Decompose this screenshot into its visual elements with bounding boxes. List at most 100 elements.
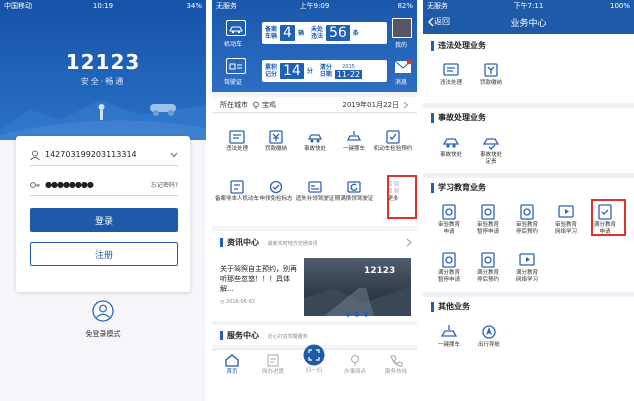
section-title: 违法处理业务: [438, 41, 486, 50]
accident-icon: [442, 138, 460, 148]
item-label: 一键挪车: [437, 342, 460, 348]
item-label: 审验教育 申请: [437, 222, 460, 235]
password-field[interactable]: ●●●●●●●● 忘记密码?: [30, 174, 178, 196]
unhandled-unit: 条: [352, 29, 359, 37]
tab-progress[interactable]: 网办进度: [253, 354, 293, 376]
news-image[interactable]: 12123: [304, 258, 411, 316]
move-car-icon: [440, 325, 458, 337]
reissue-icon: [308, 181, 322, 193]
item-review-booking[interactable]: 审验教育 停后预约: [507, 204, 547, 236]
tab-scan[interactable]: 扫一扫: [294, 344, 334, 375]
chevron-right-icon: [403, 101, 409, 108]
vehicles-unit: 辆: [297, 29, 304, 37]
item-label: 违法处理: [439, 80, 462, 86]
item-full-score-online[interactable]: 满分教育 网络学习: [507, 252, 547, 284]
unhandled-text: 未处 违法: [310, 26, 323, 40]
vehicles-count: 4: [280, 25, 295, 41]
section-title: 其他业务: [438, 302, 470, 311]
fine-icon: [484, 63, 498, 77]
login-card: 142703199203113314 ●●●●●●●● 忘记密码? 登录 注册: [16, 136, 190, 292]
vehicle-label[interactable]: 机动车: [224, 39, 242, 48]
scan-icon: [303, 344, 325, 366]
item-review-pause[interactable]: 审验教育 暂停申请: [468, 204, 508, 236]
login-button[interactable]: 登录: [30, 208, 178, 232]
points-count: 14: [280, 63, 304, 79]
home-icon: [225, 354, 239, 367]
chevron-right-icon[interactable]: [406, 238, 412, 247]
item-navigation[interactable]: 出行导航: [469, 324, 509, 349]
mail-icon[interactable]: [394, 60, 412, 74]
status-bar: 无服务 下午7:11 100%: [423, 0, 634, 12]
item-accident[interactable]: 事故快处: [431, 134, 471, 159]
item-violation[interactable]: 违法处理: [431, 62, 471, 87]
service-inspection[interactable]: 机动车检验预约: [370, 130, 416, 153]
register-button[interactable]: 注册: [30, 242, 178, 266]
clear-date-text: 清分 日期: [319, 64, 332, 78]
user-icon: [30, 150, 40, 160]
license-icon[interactable]: [226, 58, 246, 74]
mine-label[interactable]: 我的: [395, 40, 407, 49]
divider: [423, 292, 634, 297]
section-education: 学习教育业务: [423, 182, 634, 193]
inspection-icon: [386, 130, 400, 144]
forgot-password-link[interactable]: 忘记密码?: [151, 180, 178, 189]
tab-label: 首页: [226, 369, 238, 375]
avatar[interactable]: [392, 18, 412, 38]
move-car-icon: [346, 131, 362, 141]
document-icon: [442, 204, 456, 220]
item-full-score-booking[interactable]: 满分教育 停后预约: [468, 252, 508, 284]
item-review-apply[interactable]: 审验教育 申请: [429, 204, 469, 236]
message-label[interactable]: 消息: [395, 77, 407, 86]
time-text: 10:19: [92, 2, 114, 10]
key-icon: [30, 181, 40, 188]
time-text: 上午9:09: [299, 2, 330, 10]
service-label: 遗失补领驾驶证: [295, 196, 335, 202]
date-value: 2019年01月22日: [342, 100, 399, 109]
violation-icon: [443, 63, 459, 76]
city-bar[interactable]: 所在城市 宝鸡 2019年01月22日: [212, 97, 417, 113]
tab-home[interactable]: 首页: [212, 354, 252, 376]
item-label: 事故快处 定责: [479, 152, 502, 165]
city-label: 所在城市: [220, 100, 248, 109]
bottom-tab-bar: 首页 网办进度 扫一扫 办事网点 服务热线: [212, 344, 417, 401]
item-label: 满分教育 暂停申请: [437, 270, 460, 283]
navigation-icon: [482, 325, 496, 339]
service-center-header[interactable]: 服务中心 近心打造驾警服务: [212, 325, 417, 345]
tab-hotline[interactable]: 服务热线: [376, 354, 416, 376]
renew-icon: [347, 181, 361, 193]
news-title: 资讯中心: [227, 238, 259, 247]
city-value: 宝鸡: [262, 100, 276, 109]
service-label: 罚款缴纳: [264, 146, 287, 152]
item-label: 满分教育 停后预约: [476, 270, 499, 283]
license-label[interactable]: 驾驶证: [224, 77, 242, 86]
document-icon: [442, 252, 456, 268]
guest-mode-label[interactable]: 免登录模式: [0, 329, 206, 339]
item-move-car[interactable]: 一键挪车: [429, 324, 469, 349]
hotline-icon: [390, 355, 403, 367]
vehicles-text: 备案 车辆: [265, 26, 278, 40]
item-accident-liability[interactable]: 事故快处 定责: [471, 134, 511, 166]
car-icon[interactable]: [226, 20, 246, 36]
vehicle-summary[interactable]: 备案 车辆 4 辆 未处 违法 56 条: [262, 22, 387, 44]
password-value: ●●●●●●●●: [45, 180, 94, 189]
full-score-highlight-box: [591, 199, 626, 236]
guest-avatar-icon[interactable]: [92, 300, 114, 322]
item-full-score-pause[interactable]: 满分教育 暂停申请: [429, 252, 469, 284]
document-icon: [481, 252, 495, 268]
item-review-online[interactable]: 审验教育 网络学习: [546, 204, 586, 236]
location-icon: [351, 355, 359, 366]
account-value: 142703199203113314: [45, 150, 137, 159]
news-headline[interactable]: 关于驾照自主预约，别再听那些忽悠！！！具体解...: [220, 264, 300, 294]
section-title: 学习教育业务: [438, 183, 486, 192]
chevron-down-icon[interactable]: [170, 152, 178, 158]
status-bar: 中国移动 10:19 34%: [0, 0, 206, 12]
tab-location[interactable]: 办事网点: [335, 354, 375, 376]
news-header[interactable]: 资讯中心 最新实时地方交通资讯: [220, 237, 318, 248]
account-field[interactable]: 142703199203113314: [30, 144, 178, 166]
service-label: 事故快处: [303, 146, 326, 152]
item-fine[interactable]: 罚款缴纳: [471, 62, 511, 87]
document-icon: [481, 204, 495, 220]
license-summary[interactable]: 累积 记分 14 分 清分 日期 2015 11-22: [262, 60, 387, 82]
item-label: 审验教育 网络学习: [554, 222, 577, 235]
business-center-screen: 无服务 下午7:11 100% 返回 业务中心 违法处理业务 违法处理 罚款缴纳…: [423, 0, 634, 401]
